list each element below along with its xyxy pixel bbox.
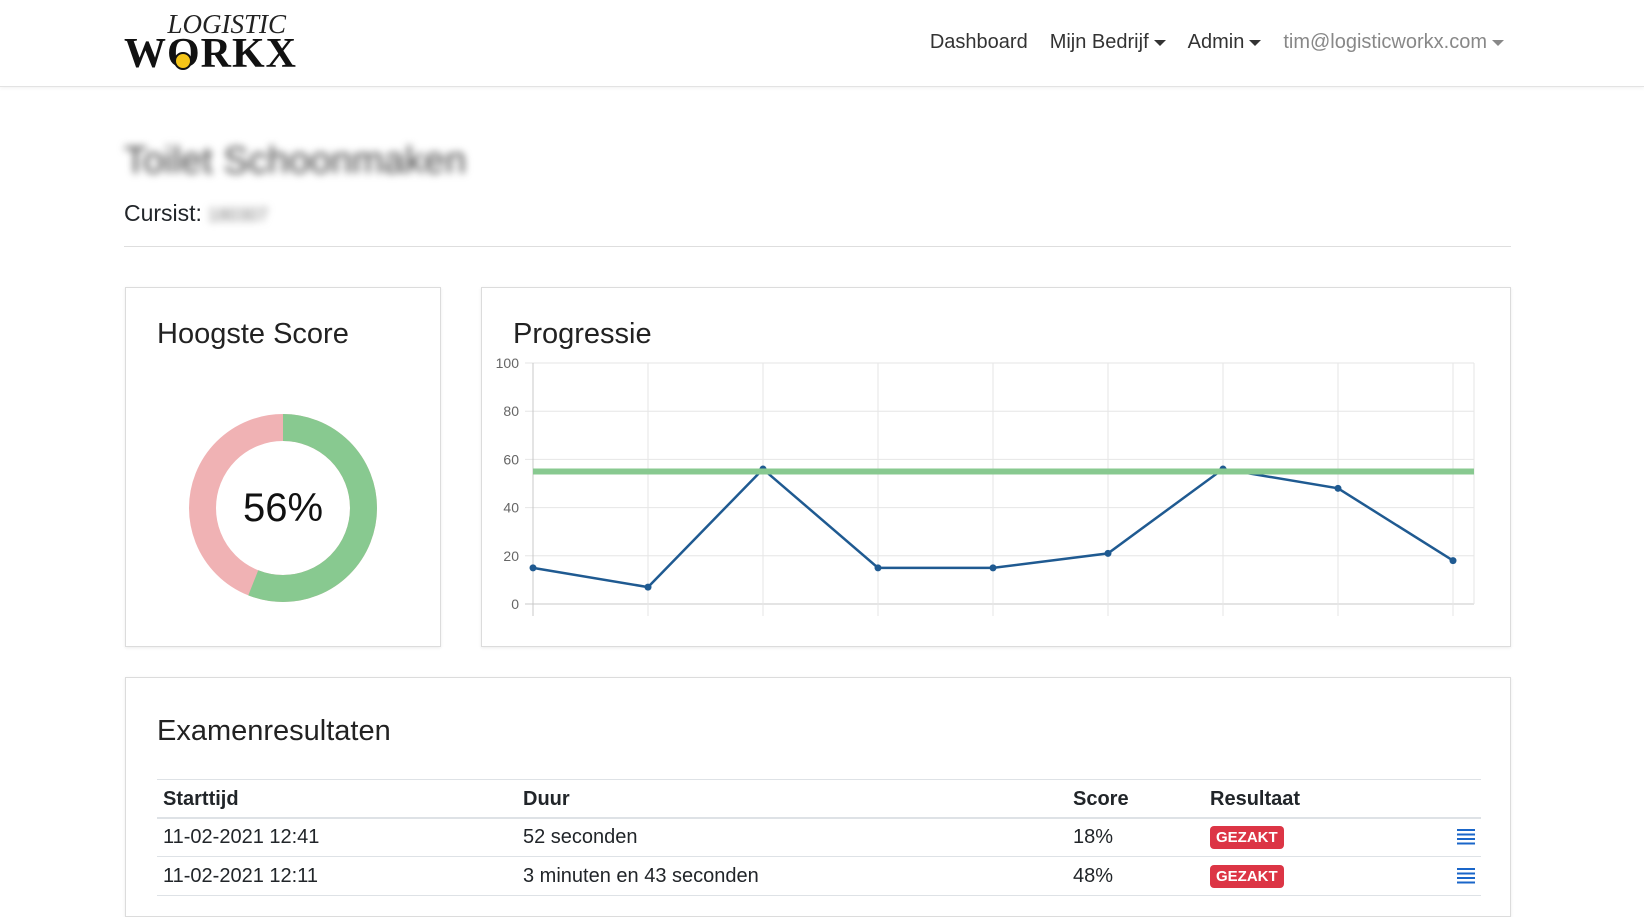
score-donut-label: 56% (242, 485, 324, 530)
nav-admin-label: Admin (1187, 31, 1245, 53)
logistic-workx-logo[interactable]: LOGISTIC WORKX (124, 10, 296, 76)
exam-results-card: Examenresultaten Starttijd Duur Score Re… (125, 677, 1511, 917)
page-title: Toilet Schoonmaken (124, 140, 467, 182)
details-list-icon[interactable] (1457, 828, 1475, 846)
exam-results-title: Examenresultaten (157, 715, 391, 747)
table-row: 11-02-2021 12:11 3 minuten en 43 seconde… (157, 856, 1481, 896)
table-row: 11-02-2021 12:41 52 seconden 18% GEZAKT (157, 817, 1481, 857)
logo-main-text: WORKX (124, 31, 297, 77)
cell-resultaat: GEZAKT (1204, 817, 1441, 857)
y-tick-label: 100 (496, 355, 520, 371)
top-navbar: LOGISTIC WORKX Dashboard Mijn Bedrijf Ad… (0, 0, 1644, 87)
col-header-duur[interactable]: Duur (517, 779, 1067, 819)
progress-line-chart: 0 20 40 60 80 100 (496, 355, 1475, 616)
data-point (1334, 484, 1342, 492)
data-point (874, 564, 882, 572)
nav-dashboard-label: Dashboard (929, 31, 1028, 53)
data-point (529, 564, 537, 572)
y-tick-label: 20 (503, 548, 519, 564)
caret-down-icon (1153, 40, 1166, 46)
col-header-actions (1441, 779, 1481, 819)
result-badge: GEZAKT (1210, 865, 1284, 888)
data-point (989, 564, 997, 572)
nav-user-label: tim@logisticworkx.com (1283, 31, 1487, 53)
cell-resultaat: GEZAKT (1204, 856, 1441, 896)
y-tick-label: 40 (503, 500, 519, 516)
data-point (1104, 549, 1112, 557)
col-header-score[interactable]: Score (1067, 779, 1204, 819)
cell-starttijd: 11-02-2021 12:11 (157, 856, 517, 896)
caret-down-icon (1492, 40, 1504, 46)
cursist-label: Cursist: (124, 200, 202, 226)
nav-dashboard[interactable]: Dashboard (930, 31, 1028, 54)
col-header-resultaat[interactable]: Resultaat (1204, 779, 1441, 819)
nav-admin-dropdown[interactable]: Admin (1188, 31, 1262, 54)
col-header-starttijd[interactable]: Starttijd (157, 779, 517, 819)
cell-duur: 52 seconden (517, 817, 1067, 857)
cell-duur: 3 minuten en 43 seconden (517, 856, 1067, 896)
cell-score: 18% (1067, 817, 1204, 857)
cell-actions (1441, 817, 1481, 857)
data-point (1449, 557, 1457, 565)
highest-score-card: Hoogste Score 56% (125, 287, 441, 647)
table-header-row: Starttijd Duur Score Resultaat (157, 779, 1481, 819)
cursist-line: Cursist: 180307 (124, 200, 268, 227)
score-donut: 56% (189, 414, 377, 602)
highest-score-title: Hoogste Score (157, 318, 349, 350)
caret-down-icon (1249, 40, 1262, 46)
data-point (644, 583, 652, 591)
logo-globe-icon (174, 52, 192, 70)
exam-results-table: Starttijd Duur Score Resultaat 11-02-202… (157, 779, 1481, 896)
main-nav: Dashboard Mijn Bedrijf Admin tim@logisti… (930, 31, 1504, 54)
progress-card: Progressie 0 20 40 60 80 100 (481, 287, 1511, 647)
cell-score: 48% (1067, 856, 1204, 896)
details-list-icon[interactable] (1457, 867, 1475, 885)
nav-mijn-bedrijf-dropdown[interactable]: Mijn Bedrijf (1050, 31, 1166, 54)
cell-starttijd: 11-02-2021 12:41 (157, 817, 517, 857)
nav-company-label: Mijn Bedrijf (1049, 31, 1149, 53)
cell-actions (1441, 856, 1481, 896)
y-tick-label: 0 (511, 596, 519, 612)
y-tick-label: 60 (503, 451, 519, 467)
header-divider (124, 246, 1511, 247)
cursist-value: 180307 (207, 205, 269, 225)
result-badge: GEZAKT (1210, 826, 1284, 850)
y-tick-label: 80 (503, 403, 519, 419)
nav-user-dropdown[interactable]: tim@logisticworkx.com (1283, 31, 1504, 54)
